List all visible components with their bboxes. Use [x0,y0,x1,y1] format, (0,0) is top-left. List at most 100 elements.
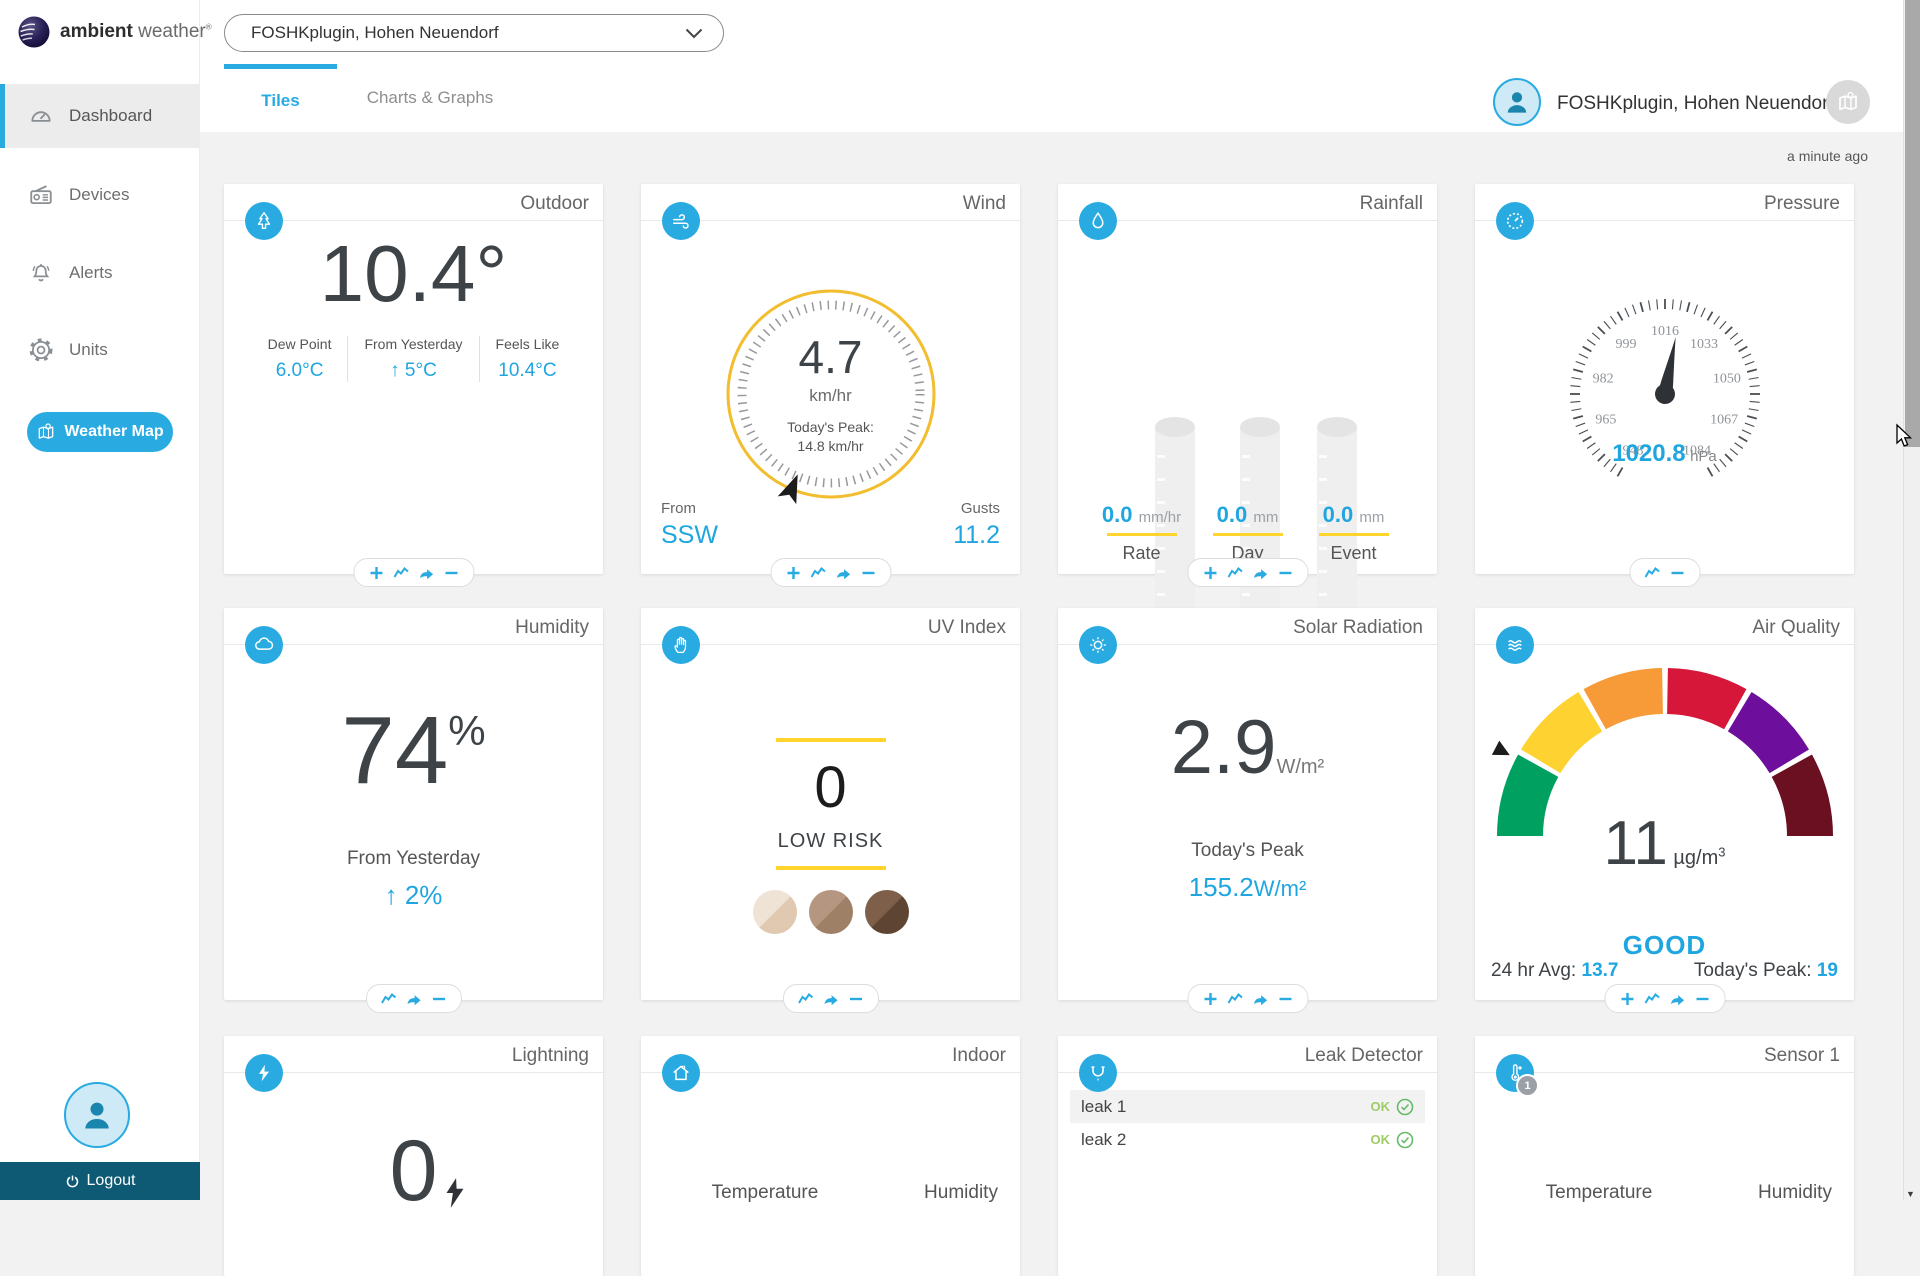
skin-tone-dark [865,890,909,934]
chart-icon[interactable] [1644,565,1660,581]
share-icon[interactable] [1252,565,1268,581]
sidebar-item-devices[interactable]: Devices [0,163,200,227]
solar-peak-label: Today's Peak [1058,840,1437,862]
leak-row[interactable]: leak 1 OK [1070,1090,1425,1123]
chart-icon[interactable] [810,565,826,581]
humidity-value: 74% [224,696,603,806]
chart-icon[interactable] [1644,991,1660,1007]
bolt-glyph [442,1176,468,1210]
hand-icon [662,626,700,664]
sun-icon [1079,626,1117,664]
sidebar-item-units[interactable]: Units [0,318,200,382]
tile-title: Pressure [1764,193,1840,215]
scrollbar[interactable]: ▼ [1903,0,1920,1200]
station-map-button[interactable] [1826,80,1870,124]
wind-from-label: From [661,500,718,517]
power-icon [65,1174,80,1189]
scrollbar-thumb[interactable] [1905,0,1920,447]
user-avatar[interactable] [1493,78,1541,126]
share-icon[interactable] [418,565,434,581]
add-tile-icon[interactable] [1202,991,1218,1007]
share-icon[interactable] [835,565,851,581]
leak-row[interactable]: leak 2 OK [1070,1123,1425,1156]
weather-map-label: Weather Map [64,423,163,441]
outdoor-temperature: 10.4° [224,228,603,320]
skin-tone-light [753,890,797,934]
tile-actions [1187,558,1308,587]
map-pin-icon [36,422,56,442]
add-tile-icon[interactable] [1619,991,1635,1007]
dial-icon [1496,202,1534,240]
share-icon[interactable] [406,991,422,1007]
wind-from-value: SSW [661,521,718,550]
station-select-value: FOSHKplugin, Hohen Neuendorf [251,23,499,43]
logout-button[interactable]: Logout [0,1162,200,1200]
wind-icon [662,202,700,240]
waves-icon [1496,626,1534,664]
svg-text:999: 999 [1615,337,1636,352]
remove-tile-icon[interactable] [1694,991,1710,1007]
tile-sensor-1: 1 Sensor 1 Temperature Humidity [1475,1036,1854,1276]
stat-feels-like: Feels Like 10.4°C [479,336,576,382]
scrollbar-down-arrow[interactable]: ▼ [1906,1189,1915,1199]
remove-tile-icon[interactable] [431,991,447,1007]
share-icon[interactable] [1669,991,1685,1007]
stat-dew-point: Dew Point 6.0°C [252,336,348,382]
sidebar-item-alerts[interactable]: Alerts [0,241,200,305]
add-tile-icon[interactable] [785,565,801,581]
sensor-humidity-label: Humidity [1758,1182,1832,1204]
tile-solar-radiation: Solar Radiation 2.9W/m² Today's Peak 155… [1058,608,1437,1000]
chart-icon[interactable] [1227,991,1243,1007]
chart-icon[interactable] [1227,565,1243,581]
humidity-from-label: From Yesterday [224,848,603,870]
tab-charts-graphs[interactable]: Charts & Graphs [355,64,505,132]
pressure-needle [1653,335,1685,406]
pressure-value: 1020.8 hPa [1475,440,1854,468]
remove-tile-icon[interactable] [1669,565,1685,581]
rain-rate: 0.0 mm/hr Rate [1100,502,1184,564]
share-icon[interactable] [1252,991,1268,1007]
wind-peak-value: 14.8 km/hr [721,438,941,454]
svg-text:965: 965 [1595,412,1616,427]
wind-bottom-stats: From SSW Gusts 11.2 [661,500,1000,550]
remove-tile-icon[interactable] [1277,991,1293,1007]
cloud-icon [245,626,283,664]
leak-name: leak 1 [1081,1097,1126,1117]
chart-icon[interactable] [381,991,397,1007]
rain-day: 0.0 mm Day [1206,502,1290,564]
tile-actions [1629,558,1700,587]
thermometer-plus-icon: 1 [1496,1054,1534,1092]
gear-icon [28,337,54,363]
remove-tile-icon[interactable] [860,565,876,581]
sidebar-item-label: Alerts [69,263,112,283]
remove-tile-icon[interactable] [1277,565,1293,581]
uv-skin-tones [641,890,1020,934]
sidebar-item-dashboard[interactable]: Dashboard [0,84,200,148]
aq-peak: Today's Peak: 19 [1694,960,1838,982]
tile-uv-index: UV Index 0 LOW RISK [641,608,1020,1000]
stat-from-yesterday: From Yesterday ↑ 5°C [347,336,478,382]
tab-tiles[interactable]: Tiles [224,64,337,132]
tab-label: Charts & Graphs [367,88,494,108]
sidebar-item-label: Units [69,340,108,360]
logout-label: Logout [87,1172,136,1190]
humidity-change: ↑ 2% [224,880,603,911]
svg-text:1033: 1033 [1689,337,1717,352]
station-select[interactable]: FOSHKplugin, Hohen Neuendorf [224,14,724,52]
weather-map-button[interactable]: Weather Map [27,412,173,452]
chart-icon[interactable] [393,565,409,581]
share-icon[interactable] [823,991,839,1007]
tab-label: Tiles [261,91,299,111]
house-icon [662,1054,700,1092]
add-tile-icon[interactable] [368,565,384,581]
add-tile-icon[interactable] [1202,565,1218,581]
sensor-number-badge: 1 [1516,1074,1539,1097]
remove-tile-icon[interactable] [443,565,459,581]
pine-tree-icon [245,202,283,240]
chart-icon[interactable] [798,991,814,1007]
sidebar-avatar[interactable] [64,1082,130,1148]
remove-tile-icon[interactable] [848,991,864,1007]
check-circle-icon [1396,1131,1414,1149]
bell-icon [28,260,54,286]
tile-title: Solar Radiation [1293,617,1423,639]
